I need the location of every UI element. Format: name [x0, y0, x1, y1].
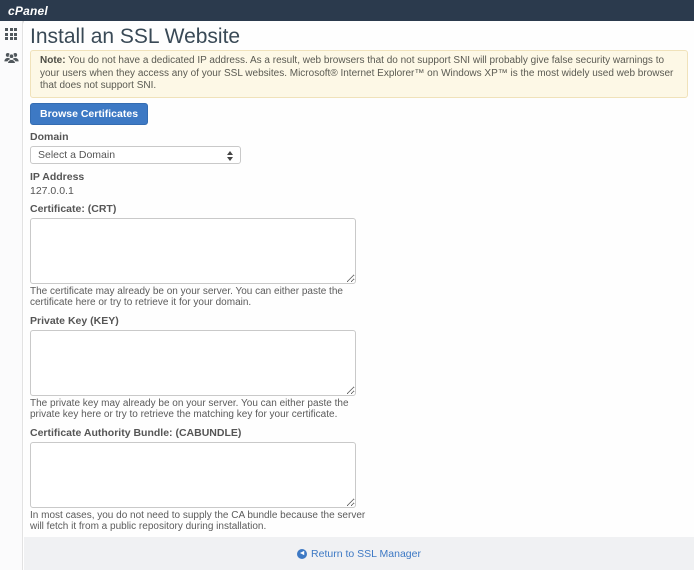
- domain-select[interactable]: Select a Domain: [30, 146, 241, 164]
- domain-select-value: Select a Domain: [38, 149, 115, 161]
- ca-bundle-label: Certificate Authority Bundle: (CABUNDLE): [30, 427, 688, 439]
- masthead: cPanel: [0, 0, 694, 21]
- return-to-ssl-manager-link[interactable]: ◄ Return to SSL Manager: [297, 548, 421, 560]
- main-content: Install an SSL Website Note: You do not …: [24, 21, 694, 570]
- page-title: Install an SSL Website: [30, 27, 688, 47]
- certificate-help: The certificate may already be on your s…: [30, 286, 366, 309]
- sidebar: [0, 21, 23, 570]
- certificate-label: Certificate: (CRT): [30, 203, 688, 215]
- arrow-circle-left-icon: ◄: [297, 549, 307, 559]
- apps-grid-glyph: [5, 28, 17, 40]
- select-stepper-icon: [227, 150, 234, 162]
- certificate-textarea[interactable]: [30, 218, 356, 284]
- ip-address-label: IP Address: [30, 171, 688, 183]
- browse-certificates-button[interactable]: Browse Certificates: [30, 103, 148, 125]
- domain-label: Domain: [30, 131, 688, 143]
- ssl-install-page: cPanel Install an SSL Website Note: Yo: [0, 0, 694, 570]
- return-link-label: Return to SSL Manager: [311, 548, 421, 560]
- sni-warning-note: Note: You do not have a dedicated IP add…: [30, 50, 688, 98]
- page-footer: ◄ Return to SSL Manager: [24, 537, 694, 570]
- cpanel-logo: cPanel: [8, 4, 48, 18]
- ip-address-value: 127.0.0.1: [30, 185, 688, 197]
- private-key-label: Private Key (KEY): [30, 315, 688, 327]
- user-group-glyph: [4, 51, 19, 64]
- note-label: Note:: [40, 55, 66, 66]
- private-key-textarea[interactable]: [30, 330, 356, 396]
- ca-bundle-help: In most cases, you do not need to supply…: [30, 510, 366, 533]
- note-text: You do not have a dedicated IP address. …: [40, 55, 673, 91]
- private-key-help: The private key may already be on your s…: [30, 398, 366, 421]
- ca-bundle-textarea[interactable]: [30, 442, 356, 508]
- apps-grid-icon[interactable]: [4, 27, 19, 41]
- user-group-icon[interactable]: [4, 50, 19, 64]
